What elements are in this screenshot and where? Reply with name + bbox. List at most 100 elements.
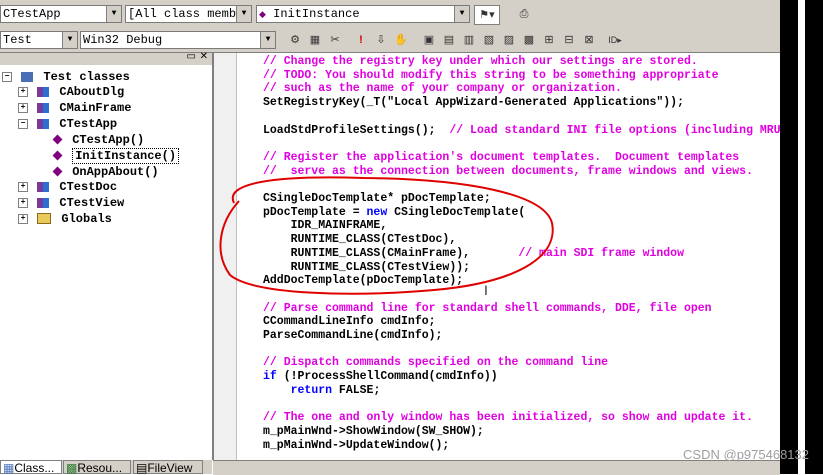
tree-item-ctestview[interactable]: + CTestView — [18, 196, 124, 211]
tree-root-label: Test classes — [43, 70, 130, 84]
tool-button-6[interactable]: ▩ — [520, 31, 538, 49]
tab-label: FileView — [147, 461, 193, 475]
execute-button[interactable]: ! — [352, 31, 370, 49]
function-icon: ◆ — [259, 10, 266, 20]
tree-item-caboutdlg[interactable]: + CAboutDlg — [18, 85, 124, 100]
chevron-down-icon[interactable]: ▼ — [62, 32, 77, 48]
cursor-icon: ▥ — [463, 34, 475, 46]
tool-button-9[interactable]: ⊠ — [580, 31, 598, 49]
wizard-action-button[interactable]: ⚑▾ — [474, 5, 500, 25]
tool-button-5[interactable]: ▨ — [500, 31, 518, 49]
class-icon — [37, 118, 50, 129]
breakpoint-button[interactable]: ✋ — [392, 31, 410, 49]
accelerator-icon: ⊟ — [564, 34, 574, 46]
tree-item-label: InitInstance() — [72, 148, 180, 164]
stop-build-button[interactable]: ✂ — [326, 31, 344, 49]
filter-combo-value: [All class members] — [128, 7, 252, 21]
wizard-action-icon: ⚑▾ — [479, 9, 495, 21]
tree-item-globals[interactable]: + Globals — [18, 212, 112, 227]
tree-item-ctestdoc[interactable]: + CTestDoc — [18, 180, 117, 195]
tree-item-ctestapp-ctor[interactable]: CTestApp() — [52, 133, 145, 148]
hand-drawn-circle — [219, 176, 554, 295]
id-icon: ID▸ — [608, 35, 622, 45]
build-button[interactable]: ▦ — [306, 31, 324, 49]
config-combo-value: Win32 Debug — [83, 33, 163, 47]
chevron-down-icon[interactable]: ▼ — [106, 6, 121, 22]
tab-label: Resou... — [77, 461, 123, 475]
member-combo-value: InitInstance — [273, 7, 360, 21]
folder-icon — [37, 213, 52, 225]
tree-item-cmainframe[interactable]: + CMainFrame — [18, 101, 131, 116]
close-icon[interactable]: ✕ — [200, 51, 208, 62]
class-icon — [37, 181, 50, 192]
tree-item-label: CTestView — [59, 196, 125, 210]
horizontal-scrollbar[interactable] — [213, 460, 780, 475]
tree-item-initinstance[interactable]: InitInstance() — [52, 148, 180, 164]
printer-icon: ⎙ — [519, 8, 529, 20]
icon-editor-icon: ▧ — [483, 34, 495, 46]
chevron-down-icon[interactable]: ▼ — [236, 6, 251, 22]
go-icon: ⇩ — [376, 34, 386, 46]
resourceview-icon: ▩ — [66, 461, 78, 475]
tool-button-3[interactable]: ▥ — [460, 31, 478, 49]
class-combo[interactable]: CTestApp ▼ — [0, 5, 122, 23]
expand-icon[interactable]: + — [18, 197, 28, 208]
restore-icon[interactable]: ▭ — [187, 51, 196, 62]
collapse-icon[interactable]: − — [18, 118, 28, 129]
tree-item-label: CTestApp() — [72, 133, 145, 147]
tool-button-1[interactable]: ▣ — [420, 31, 438, 49]
print-button[interactable]: ⎙ — [515, 5, 533, 23]
collapse-icon[interactable]: − — [2, 71, 12, 82]
code-editor[interactable]: // Change the registry key under which o… — [213, 53, 781, 460]
project-combo[interactable]: Test ▼ — [0, 31, 78, 49]
tool-button-8[interactable]: ⊟ — [560, 31, 578, 49]
member-combo[interactable]: ◆ InitInstance ▼ — [256, 5, 470, 23]
compile-icon: ⚙ — [290, 34, 300, 46]
class-icon — [37, 197, 50, 208]
expand-icon[interactable]: + — [18, 102, 28, 113]
expand-icon[interactable]: + — [18, 181, 28, 192]
right-strip — [798, 0, 805, 474]
exclamation-icon: ! — [359, 34, 363, 46]
tool-button-2[interactable]: ▤ — [440, 31, 458, 49]
fileview-icon: ▤ — [136, 461, 148, 475]
function-icon — [52, 166, 63, 177]
annotation-overlay — [219, 176, 554, 295]
menu-icon: ▤ — [443, 34, 455, 46]
stop-build-icon: ✂ — [330, 34, 340, 46]
tab-classview[interactable]: ▦Class... — [0, 460, 62, 475]
class-icon — [37, 102, 50, 113]
classes-icon — [21, 71, 34, 82]
build-icon: ▦ — [309, 34, 321, 46]
dialog-icon: ▣ — [423, 34, 435, 46]
compile-button[interactable]: ⚙ — [286, 31, 304, 49]
watermark: CSDN @p975468132 — [683, 447, 809, 462]
expand-icon[interactable]: + — [18, 86, 28, 97]
tool-button-10[interactable]: ID▸ — [606, 31, 624, 49]
build-toolbar: Test ▼ Win32 Debug ▼ ⚙ ▦ ✂ ! ⇩ ✋ ▣ ▤ ▥ ▧… — [0, 28, 780, 53]
tree-item-label: CTestApp — [59, 117, 118, 131]
tree-item-onappabout[interactable]: OnAppAbout() — [52, 165, 159, 180]
filter-combo[interactable]: [All class members] ▼ — [125, 5, 252, 23]
tab-fileview[interactable]: ▤FileView — [133, 460, 203, 475]
class-combo-value: CTestApp — [3, 7, 61, 21]
config-combo[interactable]: Win32 Debug ▼ — [80, 31, 276, 49]
class-icon — [37, 86, 50, 97]
expand-icon[interactable]: + — [18, 213, 28, 224]
chevron-down-icon[interactable]: ▼ — [454, 6, 469, 22]
tool-button-4[interactable]: ▧ — [480, 31, 498, 49]
tree-root[interactable]: − Test classes — [2, 70, 130, 85]
function-icon — [52, 134, 63, 145]
tab-resourceview[interactable]: ▩Resou... — [63, 460, 131, 475]
tree-item-label: CMainFrame — [59, 101, 132, 115]
bitmap-icon: ▨ — [503, 34, 515, 46]
tool-button-7[interactable]: ⊞ — [540, 31, 558, 49]
go-button[interactable]: ⇩ — [372, 31, 390, 49]
right-border — [780, 0, 823, 474]
classview-icon: ▦ — [3, 461, 15, 475]
panel-grip[interactable]: ▭ ✕ — [0, 51, 212, 65]
tree-item-ctestapp[interactable]: − CTestApp — [18, 117, 117, 132]
text-cursor-icon: I — [484, 282, 488, 298]
chevron-down-icon[interactable]: ▼ — [260, 32, 275, 48]
tree-item-label: CAboutDlg — [59, 85, 125, 99]
